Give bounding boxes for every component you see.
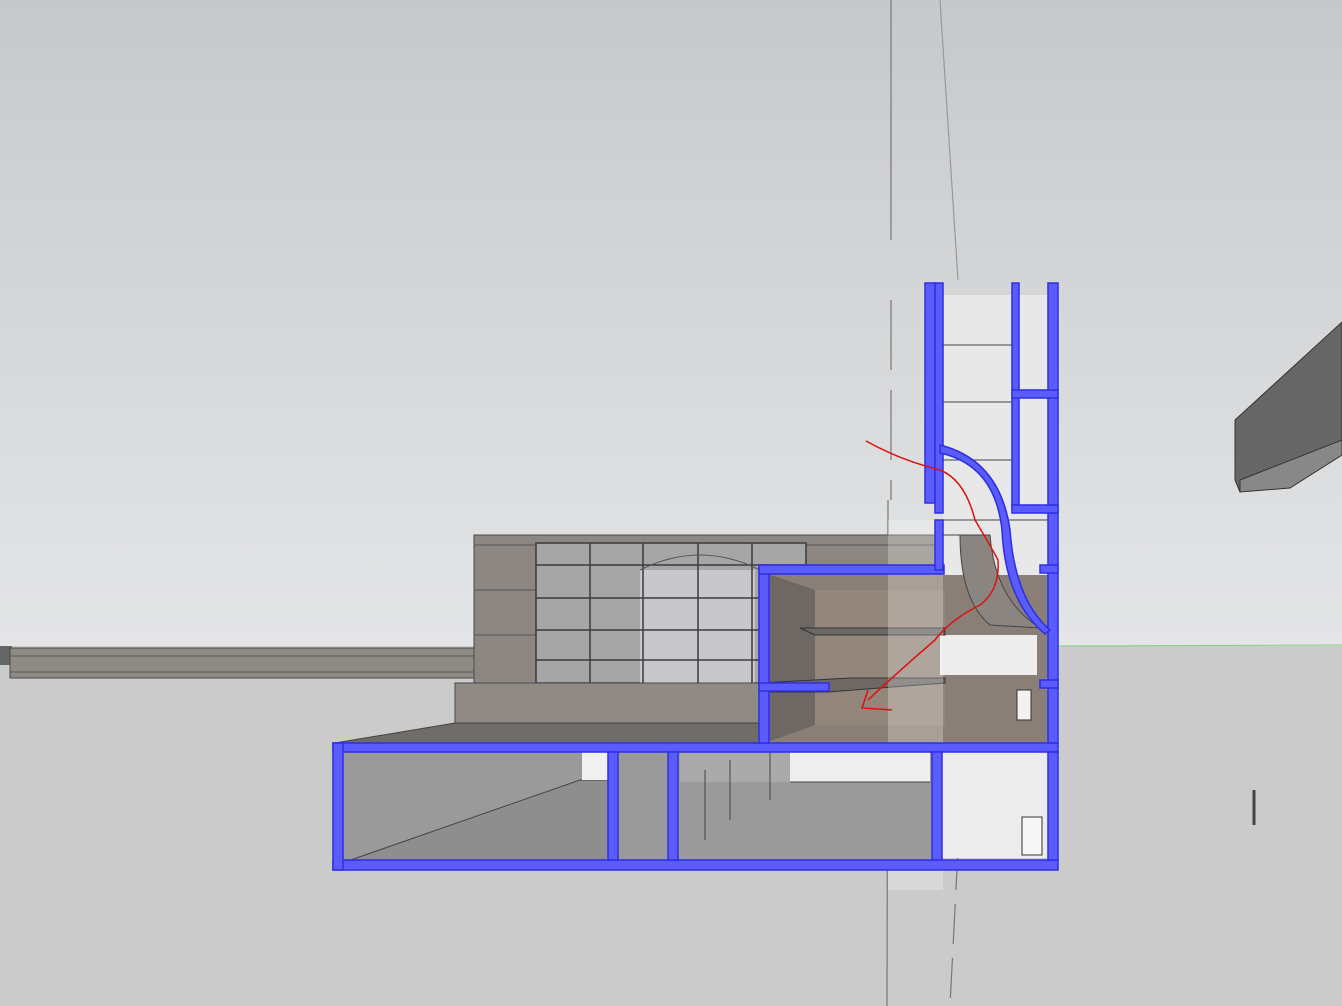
walkway-bar[interactable] [0, 646, 475, 679]
3d-viewport[interactable] [0, 0, 1342, 1006]
lower-volume[interactable] [338, 752, 1052, 863]
